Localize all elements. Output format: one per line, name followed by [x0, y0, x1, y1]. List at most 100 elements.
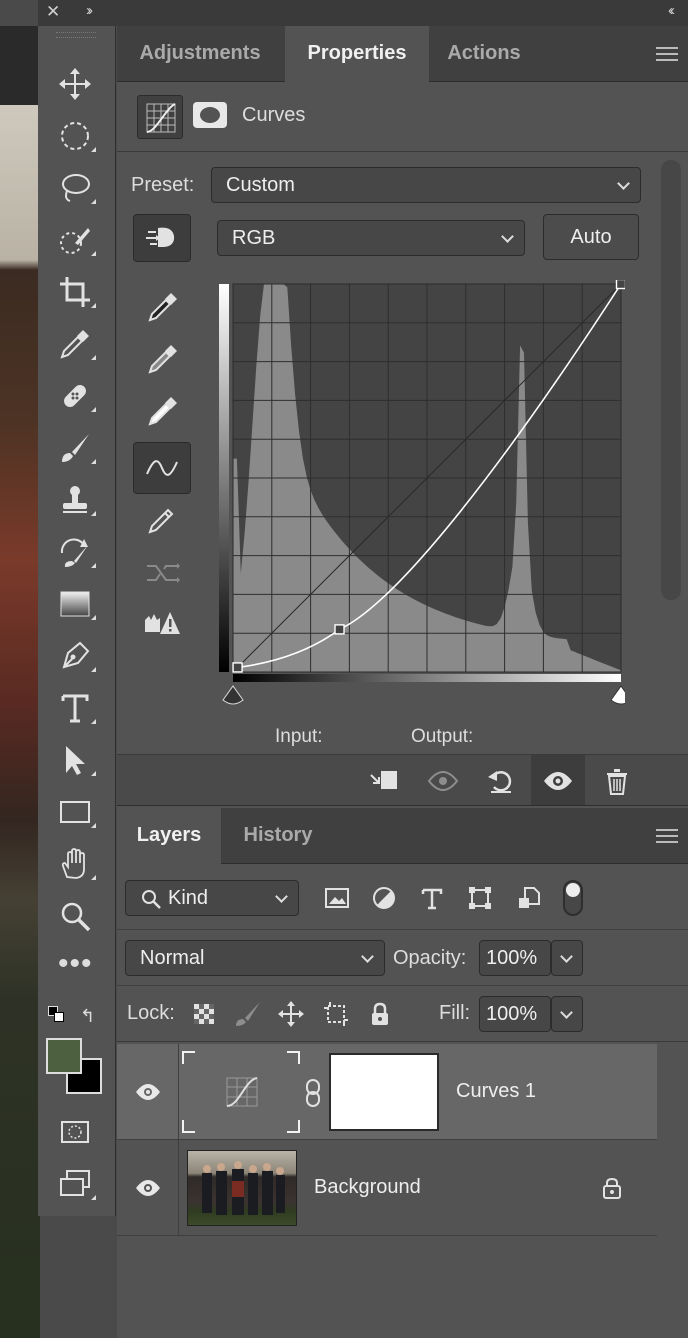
default-colors-icon[interactable] — [48, 1006, 66, 1024]
search-icon — [142, 890, 161, 909]
draw-curve-pencil-icon[interactable] — [133, 494, 191, 546]
clipping-warning-icon[interactable] — [133, 598, 191, 650]
quick-mask-icon[interactable] — [52, 1112, 98, 1152]
lock-all-icon[interactable] — [364, 998, 396, 1030]
opacity-input[interactable]: 100% — [479, 940, 551, 976]
opacity-label: Opacity: — [393, 947, 467, 969]
layer-curves-1[interactable]: Curves 1 — [117, 1044, 657, 1140]
view-previous-state-icon[interactable] — [425, 763, 461, 799]
filter-smart-object-icon[interactable] — [513, 882, 545, 914]
quick-selection-tool-icon[interactable] — [52, 220, 98, 260]
background-image-thumbnail[interactable] — [187, 1150, 297, 1226]
layer-mask-icon[interactable] — [193, 102, 227, 128]
toolbar-grip[interactable] — [56, 32, 96, 38]
foreground-color-swatch[interactable] — [46, 1038, 82, 1074]
pen-tool-icon[interactable] — [52, 636, 98, 676]
blend-mode-dropdown[interactable]: Normal — [125, 940, 385, 976]
healing-brush-tool-icon[interactable] — [52, 376, 98, 416]
adjustment-layer-thumbnail[interactable] — [181, 1050, 301, 1134]
white-point-slider — [610, 685, 632, 705]
tab-layers[interactable]: Layers — [117, 808, 221, 864]
image-canvas[interactable] — [0, 0, 40, 1338]
layer-name-background[interactable]: Background — [314, 1176, 421, 1199]
zoom-tool-icon[interactable] — [52, 896, 98, 936]
collapse-panels-icon[interactable]: ‹‹ — [668, 2, 675, 19]
brush-tool-icon[interactable] — [52, 428, 98, 468]
gray-point-eyedropper-icon[interactable] — [133, 332, 191, 384]
hand-tool-icon[interactable] — [52, 844, 98, 884]
curves-graph[interactable] — [219, 278, 632, 710]
crop-tool-icon[interactable] — [52, 272, 98, 312]
tab-actions[interactable]: Actions — [429, 26, 539, 82]
layer-visibility-toggle[interactable] — [117, 1140, 179, 1236]
close-icon[interactable]: ✕ — [46, 2, 60, 22]
lock-image-pixels-icon[interactable] — [232, 998, 264, 1030]
filter-toggle-switch[interactable] — [563, 880, 583, 916]
move-tool-icon[interactable] — [52, 64, 98, 104]
curves-adjustment-icon[interactable] — [137, 95, 183, 139]
auto-button[interactable]: Auto — [543, 214, 639, 260]
gradient-tool-icon[interactable] — [52, 584, 98, 624]
fill-dropdown-button[interactable] — [551, 996, 583, 1032]
tab-properties[interactable]: Properties — [285, 26, 429, 82]
eyedropper-tool-icon[interactable] — [52, 324, 98, 364]
opacity-dropdown-button[interactable] — [551, 940, 583, 976]
expand-toolbar-icon[interactable]: ›› — [86, 2, 93, 19]
layer-mask-thumbnail[interactable] — [329, 1053, 439, 1131]
properties-scrollbar[interactable] — [661, 160, 681, 600]
reset-adjustment-icon[interactable] — [483, 763, 519, 799]
panel-menu-icon[interactable] — [656, 47, 678, 61]
fill-input[interactable]: 100% — [479, 996, 551, 1032]
edit-points-curve-icon[interactable] — [133, 442, 191, 494]
type-tool-icon[interactable] — [52, 688, 98, 728]
rectangle-tool-icon[interactable] — [52, 792, 98, 832]
white-point-eyedropper-icon[interactable] — [133, 384, 191, 436]
smooth-curve-icon[interactable] — [133, 546, 191, 598]
marquee-tool-icon[interactable] — [52, 116, 98, 156]
channel-dropdown[interactable]: RGB — [217, 220, 525, 256]
filter-type-layer-icon[interactable] — [416, 882, 448, 914]
preset-dropdown[interactable]: Custom — [211, 167, 641, 203]
properties-header: Curves — [117, 82, 688, 152]
layer-background[interactable]: Background — [117, 1140, 657, 1236]
properties-tab-bar: Adjustments Properties Actions — [117, 26, 688, 82]
delete-adjustment-icon[interactable] — [599, 763, 635, 799]
on-image-adjust-tool-icon[interactable] — [133, 214, 191, 262]
black-point-eyedropper-icon[interactable] — [133, 280, 191, 332]
lock-artboard-icon[interactable] — [320, 998, 352, 1030]
chevron-down-icon — [361, 950, 374, 963]
toggle-visibility-eye-icon[interactable] — [540, 763, 576, 799]
screen-mode-icon[interactable] — [52, 1164, 98, 1204]
layer-locked-icon[interactable] — [601, 1176, 623, 1205]
lock-transparent-pixels-icon[interactable] — [188, 998, 220, 1030]
eye-icon — [135, 1084, 160, 1100]
curve-point-2 — [334, 624, 345, 635]
layers-menu-icon[interactable] — [656, 829, 678, 843]
filter-pixel-layer-icon[interactable] — [321, 882, 353, 914]
curve-point-3 — [615, 278, 627, 290]
filter-kind-dropdown[interactable]: Kind — [125, 880, 299, 916]
chain-link-icon[interactable] — [303, 1078, 323, 1113]
tab-history[interactable]: History — [221, 808, 335, 864]
preset-label: Preset: — [131, 174, 195, 196]
clip-to-layer-icon[interactable] — [365, 763, 401, 799]
layer-visibility-toggle[interactable] — [117, 1044, 179, 1140]
lasso-tool-icon[interactable] — [52, 168, 98, 208]
history-brush-tool-icon[interactable] — [52, 532, 98, 572]
chevron-down-icon — [560, 1006, 573, 1019]
clone-stamp-tool-icon[interactable] — [52, 480, 98, 520]
chevron-down-icon — [617, 177, 630, 190]
more-tools-icon[interactable]: ••• — [58, 949, 93, 979]
lock-position-icon[interactable] — [275, 998, 307, 1030]
tab-adjustments[interactable]: Adjustments — [117, 26, 283, 82]
eye-icon — [135, 1180, 160, 1196]
path-selection-tool-icon[interactable] — [52, 740, 98, 780]
filter-shape-layer-icon[interactable] — [464, 882, 496, 914]
layer-name-curves-1[interactable]: Curves 1 — [456, 1080, 536, 1103]
lock-fill-row: Lock: Fill: 100% — [117, 986, 688, 1042]
blend-mode-value: Normal — [140, 947, 205, 969]
chevron-down-icon — [275, 890, 288, 903]
swap-colors-icon[interactable]: ↰ — [80, 1006, 95, 1027]
channel-value: RGB — [232, 227, 276, 249]
filter-adjustment-layer-icon[interactable] — [368, 882, 400, 914]
